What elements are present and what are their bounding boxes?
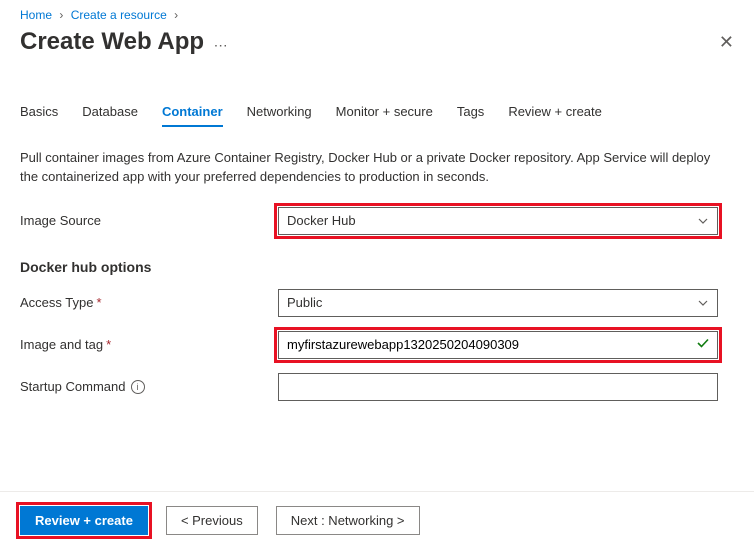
breadcrumb: Home › Create a resource › [0, 0, 754, 26]
chevron-right-icon: › [174, 8, 178, 22]
tab-review-create[interactable]: Review + create [508, 104, 602, 127]
access-type-value: Public [287, 295, 322, 310]
access-type-label: Access Type* [20, 295, 278, 310]
close-icon[interactable]: ✕ [719, 32, 734, 53]
access-type-select[interactable]: Public [278, 289, 718, 317]
more-icon[interactable]: ⋯ [214, 37, 228, 53]
chevron-down-icon [697, 297, 709, 309]
content-scroll[interactable]: Basics Database Container Networking Mon… [0, 70, 754, 491]
tab-tags[interactable]: Tags [457, 104, 484, 127]
previous-button[interactable]: < Previous [166, 506, 258, 535]
chevron-right-icon: › [59, 8, 63, 22]
image-source-select[interactable]: Docker Hub [278, 207, 718, 235]
next-button[interactable]: Next : Networking > [276, 506, 420, 535]
required-marker: * [96, 295, 101, 310]
startup-command-label: Startup Command i [20, 379, 278, 394]
image-tag-input[interactable] [278, 331, 718, 359]
description-text: Pull container images from Azure Contain… [20, 149, 720, 187]
page-title: Create Web App [20, 28, 204, 55]
required-marker: * [106, 337, 111, 352]
info-icon[interactable]: i [131, 380, 145, 394]
image-source-label: Image Source [20, 213, 278, 228]
review-create-button[interactable]: Review + create [20, 506, 148, 535]
tab-monitor-secure[interactable]: Monitor + secure [336, 104, 433, 127]
tab-container[interactable]: Container [162, 104, 223, 127]
tab-database[interactable]: Database [82, 104, 138, 127]
tab-networking[interactable]: Networking [247, 104, 312, 127]
image-source-value: Docker Hub [287, 213, 356, 228]
startup-command-input[interactable] [278, 373, 718, 401]
tab-basics[interactable]: Basics [20, 104, 58, 127]
breadcrumb-home[interactable]: Home [20, 8, 52, 22]
tabs: Basics Database Container Networking Mon… [20, 70, 734, 127]
image-tag-label: Image and tag* [20, 337, 278, 352]
breadcrumb-create-resource[interactable]: Create a resource [71, 8, 167, 22]
wizard-footer: Review + create < Previous Next : Networ… [0, 491, 754, 549]
section-docker-options: Docker hub options [20, 259, 734, 275]
chevron-down-icon [697, 215, 709, 227]
